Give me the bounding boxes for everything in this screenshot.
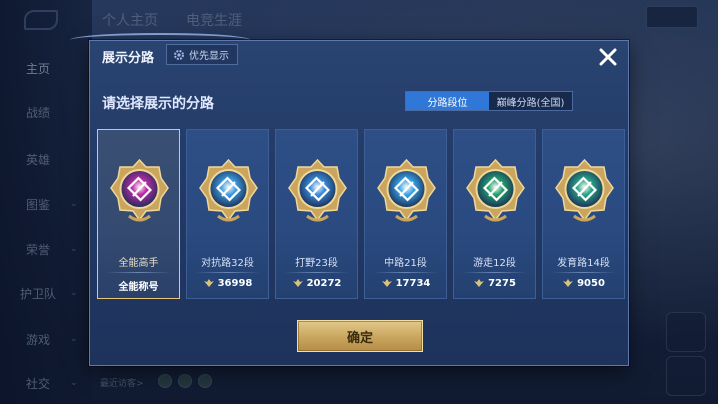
lane-score-value: 36998 (217, 278, 253, 289)
lane-score-value: 20272 (306, 278, 342, 289)
lane-score: 20272 (276, 278, 357, 289)
lane-score: 17734 (365, 278, 446, 289)
lane-score-value: 7275 (488, 278, 516, 289)
lane-card[interactable]: 对抗路32段 36998 (186, 129, 269, 299)
jungle-emblem-icon (288, 158, 347, 222)
lane-card[interactable]: 中路21段 17734 (364, 129, 447, 299)
mid-lane-emblem-icon (377, 158, 436, 222)
lane-rank-label: 中路21段 (384, 258, 427, 269)
lane-rank-label: 打野23段 (295, 258, 338, 269)
wing-icon (381, 279, 392, 287)
select-lane-prompt: 请选择展示的分路 (102, 96, 214, 112)
lane-mode-toggle: 分路段位 巅峰分路(全国) (405, 91, 573, 111)
tab-peak-lane[interactable]: 巅峰分路(全国) (489, 92, 572, 110)
card-divider (462, 272, 527, 273)
close-icon (599, 48, 617, 66)
wing-icon (474, 279, 485, 287)
close-button[interactable] (594, 43, 622, 71)
lane-rank-label: 游走12段 (473, 258, 516, 269)
wing-icon (203, 279, 214, 287)
lane-score-value: 9050 (577, 278, 605, 289)
priority-display-label: 优先显示 (189, 51, 229, 62)
lane-rank-label: 对抗路32段 (201, 258, 254, 269)
confirm-button[interactable]: 确定 (297, 320, 423, 352)
card-divider (551, 272, 616, 273)
lane-card[interactable]: 发育路14段 9050 (542, 129, 625, 299)
card-divider (373, 272, 438, 273)
dialog-title: 展示分路 (102, 51, 155, 66)
card-divider (106, 272, 171, 273)
clash-lane-emblem-icon (199, 158, 258, 222)
wing-icon (563, 279, 574, 287)
lane-score: 全能称号 (98, 278, 179, 293)
lane-card[interactable]: 全能高手 全能称号 (97, 129, 180, 299)
lane-score: 7275 (454, 278, 535, 289)
wing-icon (292, 279, 303, 287)
farm-lane-emblem-icon (555, 158, 614, 222)
roam-emblem-icon (466, 158, 525, 222)
lane-display-dialog: 展示分路 优先显示 请选择展示的分路 分路段位 巅峰分路(全国) 全能高手全能称… (70, 33, 629, 366)
card-divider (195, 272, 260, 273)
lane-card[interactable]: 游走12段 7275 (453, 129, 536, 299)
lane-rank-label: 发育路14段 (557, 258, 610, 269)
lane-score-value: 17734 (395, 278, 431, 289)
tab-lane-rank[interactable]: 分路段位 (406, 92, 489, 110)
lane-card-list: 全能高手 全能称号 对抗路32段 36998 打野23段 20272 中路21段 17734 游… (97, 129, 625, 299)
card-divider (284, 272, 349, 273)
lane-score: 36998 (187, 278, 268, 289)
priority-display-button[interactable]: 优先显示 (166, 44, 238, 65)
lane-score-value: 全能称号 (118, 282, 159, 293)
lane-rank-label: 全能高手 (118, 258, 159, 269)
all-rounder-emblem-icon (110, 158, 169, 222)
lane-score: 9050 (543, 278, 624, 289)
lane-card[interactable]: 打野23段 20272 (275, 129, 358, 299)
gear-icon (174, 49, 184, 60)
